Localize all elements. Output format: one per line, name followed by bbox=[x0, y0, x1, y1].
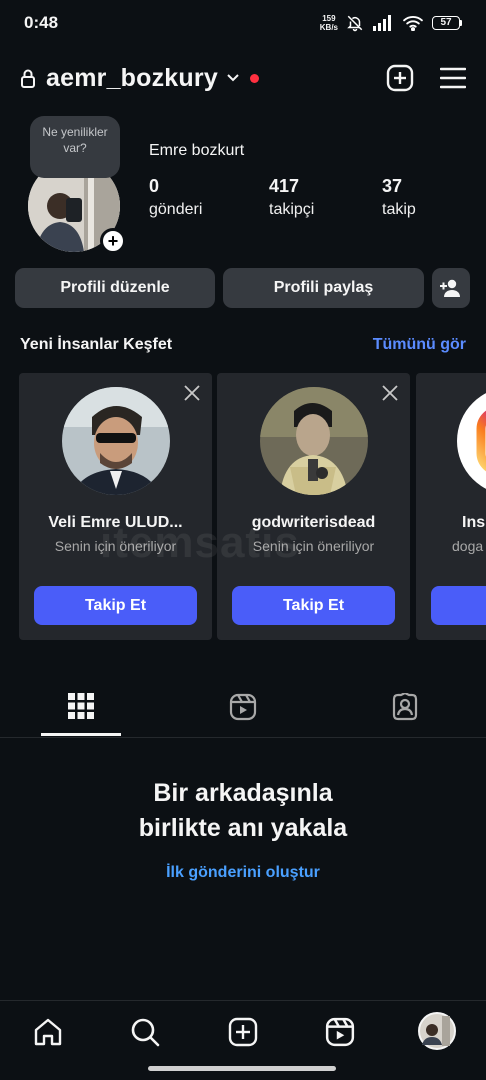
suggestion-name[interactable]: Ins bbox=[416, 514, 486, 532]
tab-tagged[interactable] bbox=[365, 683, 445, 738]
add-person-icon bbox=[440, 279, 460, 297]
share-profile-button[interactable]: Profili paylaş bbox=[223, 268, 424, 308]
close-icon[interactable] bbox=[182, 383, 202, 403]
wifi-icon bbox=[403, 16, 423, 31]
tab-reels[interactable] bbox=[203, 683, 283, 738]
stat-followers[interactable]: 417 takipçi bbox=[269, 176, 314, 219]
notification-dot bbox=[249, 73, 259, 83]
reels-icon bbox=[325, 1017, 355, 1047]
nav-home[interactable] bbox=[31, 1015, 65, 1049]
edit-profile-button[interactable]: Profili düzenle bbox=[15, 268, 215, 308]
display-name: Emre bozkurt bbox=[149, 142, 245, 159]
plus-square-icon[interactable] bbox=[386, 64, 414, 92]
add-story-plus-icon[interactable]: + bbox=[100, 228, 126, 254]
stat-following[interactable]: 37 takip bbox=[382, 176, 416, 219]
nav-search[interactable] bbox=[128, 1015, 162, 1049]
close-icon[interactable] bbox=[380, 383, 400, 403]
nav-create[interactable] bbox=[226, 1015, 260, 1049]
empty-state-title-line2: birlikte anı yakala bbox=[138, 814, 348, 842]
bottom-navigation bbox=[0, 1000, 486, 1064]
plus-square-icon bbox=[228, 1017, 258, 1047]
hamburger-menu-icon[interactable] bbox=[440, 66, 466, 90]
discover-people-header: Yeni İnsanlar Keşfet Tümünü gör bbox=[20, 336, 466, 354]
discover-people-button[interactable] bbox=[432, 268, 470, 308]
profile-content-tabs bbox=[0, 683, 486, 738]
nav-reels[interactable] bbox=[323, 1015, 357, 1049]
chevron-down-icon[interactable] bbox=[226, 73, 240, 83]
profile-summary: + Ne yenilikler var? Emre bozkurt 0 gönd… bbox=[0, 112, 486, 254]
account-username[interactable]: aemr_bozkury bbox=[46, 64, 218, 93]
nav-profile[interactable] bbox=[418, 1012, 456, 1050]
tagged-person-icon bbox=[392, 693, 418, 721]
suggestion-avatar[interactable] bbox=[457, 387, 486, 495]
grid-icon bbox=[68, 693, 94, 719]
suggestion-card[interactable]: Ins doga T bbox=[416, 373, 486, 640]
network-speed: 159 KB/s bbox=[319, 14, 338, 32]
lock-icon bbox=[21, 69, 35, 88]
signal-icon bbox=[373, 15, 391, 31]
follow-button[interactable]: Takip Et bbox=[232, 586, 395, 625]
create-first-post-link[interactable]: İlk gönderini oluştur bbox=[0, 864, 486, 882]
suggestion-card[interactable]: Veli Emre ULUD... Senin için öneriliyor … bbox=[19, 373, 212, 640]
reels-icon bbox=[229, 693, 257, 721]
suggestion-avatar[interactable] bbox=[62, 387, 170, 495]
discover-title: Yeni İnsanlar Keşfet bbox=[20, 336, 173, 353]
follow-button[interactable]: T bbox=[431, 586, 486, 625]
watermark: itemsatis bbox=[100, 518, 300, 567]
suggestion-avatar[interactable] bbox=[260, 387, 368, 495]
battery-indicator: 57 bbox=[432, 16, 462, 30]
empty-state-title-line1: Bir arkadaşınla bbox=[153, 779, 333, 807]
profile-avatar-icon bbox=[418, 1012, 456, 1050]
search-icon bbox=[131, 1018, 160, 1047]
suggestion-carousel[interactable]: Veli Emre ULUD... Senin için öneriliyor … bbox=[19, 373, 486, 641]
profile-header: aemr_bozkury bbox=[0, 54, 486, 102]
gesture-home-bar[interactable] bbox=[148, 1066, 336, 1071]
active-tab-indicator bbox=[41, 733, 121, 736]
profile-action-buttons: Profili düzenle Profili paylaş bbox=[15, 268, 470, 308]
empty-state: Bir arkadaşınla birlikte anı yakala İlk … bbox=[0, 776, 486, 882]
follow-button[interactable]: Takip Et bbox=[34, 586, 197, 625]
home-icon bbox=[34, 1018, 62, 1046]
suggestion-reason: doga bbox=[452, 538, 484, 554]
status-time: 0:48 bbox=[24, 13, 59, 32]
note-bubble[interactable]: Ne yenilikler var? bbox=[30, 116, 120, 178]
suggestion-card[interactable]: godwriterisdead Senin için öneriliyor Ta… bbox=[217, 373, 410, 640]
tab-grid[interactable] bbox=[41, 683, 121, 738]
bell-muted-icon bbox=[347, 15, 363, 32]
stat-posts[interactable]: 0 gönderi bbox=[149, 176, 202, 219]
status-bar: 0:48 159 KB/s 57 bbox=[0, 0, 486, 46]
status-icons: 159 KB/s 57 bbox=[320, 14, 462, 32]
see-all-link[interactable]: Tümünü gör bbox=[373, 336, 466, 354]
